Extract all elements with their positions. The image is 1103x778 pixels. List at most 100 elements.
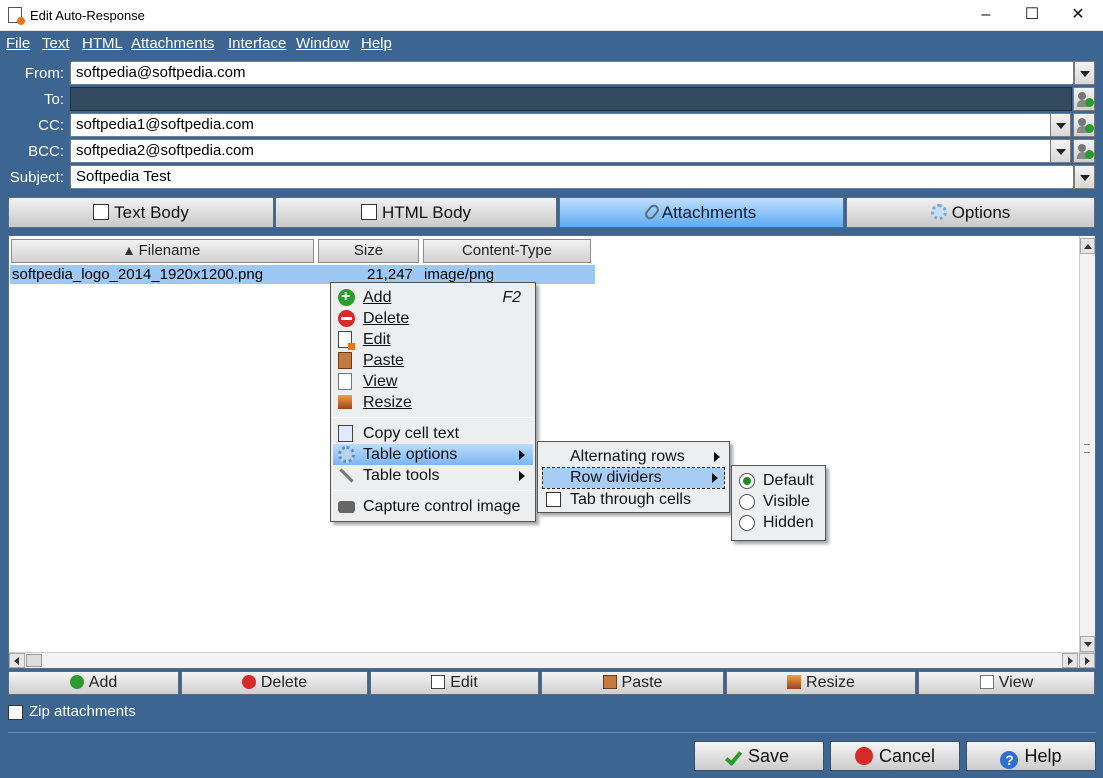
from-field[interactable]: softpedia@softpedia.com [70, 61, 1074, 85]
cc-dropdown-button[interactable] [1050, 113, 1071, 137]
subject-label: Subject: [9, 169, 64, 186]
menu-file[interactable]: File [6, 35, 30, 52]
tab-html-body[interactable]: HTML Body [275, 197, 557, 228]
menu-item-view[interactable]: View [333, 371, 533, 392]
bcc-label: BCC: [28, 143, 64, 160]
bcc-dropdown-button[interactable] [1050, 139, 1071, 163]
menu-bar: File Text HTML Attachments Interface Win… [0, 31, 1103, 55]
menu-window[interactable]: Window [296, 35, 349, 52]
scroll-thumb[interactable] [26, 654, 42, 667]
paste-button[interactable]: Paste [541, 671, 724, 695]
save-button[interactable]: Save [694, 741, 824, 771]
bcc-field[interactable]: softpedia2@softpedia.com [70, 139, 1051, 163]
menu-text[interactable]: Text [42, 35, 70, 52]
scroll-left-button[interactable] [9, 653, 25, 668]
column-header-filename[interactable]: Filename [11, 239, 314, 263]
from-dropdown-button[interactable] [1074, 61, 1095, 85]
tools-icon [339, 468, 354, 483]
menu-item-table-tools[interactable]: Table tools [333, 465, 533, 486]
edit-button[interactable]: Edit [370, 671, 539, 695]
scroll-down-button[interactable] [1080, 636, 1095, 652]
radio-item-visible[interactable]: Visible [734, 492, 823, 512]
vertical-scrollbar[interactable] [1079, 236, 1095, 652]
submenu-item-row-dividers[interactable]: Row dividers [542, 467, 725, 489]
radio-item-hidden[interactable]: Hidden [734, 513, 823, 533]
cell-filename: softpedia_logo_2014_1920x1200.png [12, 266, 264, 283]
submenu-arrow-icon [519, 450, 525, 460]
submenu-item-tab-through-cells[interactable]: Tab through cells [543, 490, 726, 510]
to-address-book-button[interactable] [1073, 87, 1095, 111]
camera-icon [338, 501, 355, 513]
bcc-address-book-button[interactable] [1073, 139, 1095, 163]
delete-button[interactable]: Delete [181, 671, 368, 695]
view-icon [338, 373, 352, 390]
submenu-item-alternating-rows[interactable]: Alternating rows [543, 447, 726, 467]
resize-button[interactable]: Resize [726, 671, 916, 695]
scroll-right-button[interactable] [1062, 653, 1078, 668]
scroll-up-button[interactable] [1080, 238, 1095, 254]
menu-help[interactable]: Help [361, 35, 392, 52]
tab-text-body[interactable]: Text Body [8, 197, 274, 228]
row-dividers-submenu: Default Visible Hidden [731, 465, 826, 541]
delete-icon [241, 675, 256, 689]
menu-item-copy-cell-text[interactable]: Copy cell text [333, 423, 533, 444]
menu-item-add[interactable]: Add F2 [333, 286, 533, 308]
gear-icon [930, 204, 947, 220]
divider [8, 732, 1096, 733]
check-icon [724, 747, 743, 767]
menu-item-table-options[interactable]: Table options [333, 444, 533, 465]
radio-item-default[interactable]: Default [734, 471, 823, 491]
zip-attachments-checkbox[interactable] [8, 705, 23, 720]
menu-item-paste[interactable]: Paste [333, 350, 533, 371]
tab-attachments[interactable]: Attachments [559, 197, 844, 228]
cancel-button[interactable]: Cancel [830, 741, 960, 771]
add-icon [338, 286, 355, 307]
menu-item-delete[interactable]: Delete [333, 308, 533, 329]
column-header-content-type[interactable]: Content-Type [423, 239, 591, 263]
menu-separator [333, 417, 533, 418]
to-field[interactable] [70, 87, 1072, 111]
scroll-right-end-button[interactable] [1079, 653, 1095, 668]
to-label: To: [43, 91, 64, 108]
add-button[interactable]: Add [8, 671, 179, 695]
radio-button[interactable] [739, 515, 755, 531]
paperclip-icon [642, 202, 661, 222]
table-options-submenu: Alternating rows Row dividers Tab throug… [537, 441, 730, 513]
cc-label: CC: [38, 117, 64, 134]
radio-button-selected[interactable] [739, 473, 755, 489]
minimize-button[interactable]: – [963, 0, 1009, 31]
menu-item-capture-control-image[interactable]: Capture control image [333, 496, 533, 517]
resize-icon [338, 395, 352, 409]
text-body-icon [93, 204, 110, 220]
cc-address-book-button[interactable] [1073, 113, 1095, 137]
horizontal-scrollbar[interactable] [9, 652, 1095, 668]
app-icon [8, 7, 25, 25]
tab-options[interactable]: Options [846, 197, 1095, 228]
tab-through-cells-checkbox[interactable] [546, 492, 561, 507]
menu-item-edit[interactable]: Edit [333, 329, 533, 350]
column-header-size[interactable]: Size [318, 239, 419, 263]
delete-icon [338, 310, 355, 327]
help-button[interactable]: ? Help [966, 741, 1096, 771]
context-menu: Add F2 Delete Edit Paste View Resize Cop… [330, 282, 536, 522]
cc-field[interactable]: softpedia1@softpedia.com [70, 113, 1051, 137]
edit-icon [338, 331, 355, 350]
title-bar: Edit Auto-Response – ☐ ✕ [0, 0, 1103, 31]
sort-ascending-icon [124, 247, 133, 255]
person-icon [1078, 92, 1086, 100]
html-body-icon [360, 204, 377, 220]
from-label: From: [24, 65, 64, 82]
subject-field[interactable]: Softpedia Test [70, 165, 1074, 189]
menu-attachments[interactable]: Attachments [131, 35, 214, 52]
close-button[interactable]: ✕ [1055, 0, 1101, 31]
subject-dropdown-button[interactable] [1074, 165, 1095, 189]
menu-html[interactable]: HTML [82, 35, 123, 52]
maximize-button[interactable]: ☐ [1009, 0, 1055, 31]
radio-button[interactable] [739, 494, 755, 510]
view-button[interactable]: View [918, 671, 1095, 695]
menu-interface[interactable]: Interface [228, 35, 286, 52]
person-icon [1078, 118, 1086, 126]
submenu-arrow-icon [519, 471, 525, 481]
menu-item-resize[interactable]: Resize [333, 392, 533, 413]
copy-icon [338, 425, 353, 442]
